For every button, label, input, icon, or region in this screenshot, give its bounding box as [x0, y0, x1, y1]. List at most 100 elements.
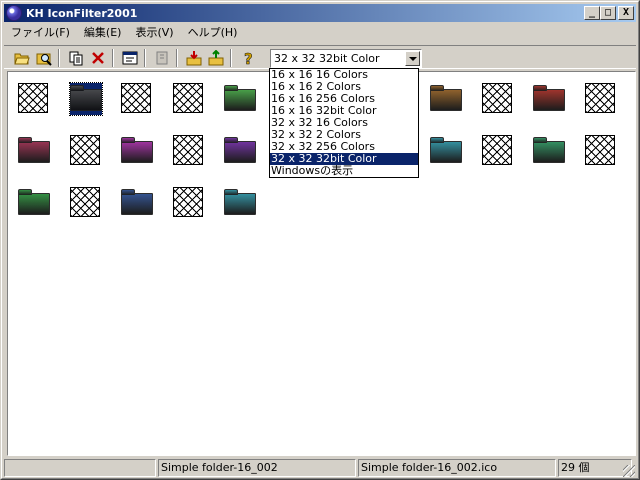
folder-icon-item[interactable]	[430, 83, 462, 115]
crosshatch-placeholder-icon	[482, 83, 512, 113]
app-icon[interactable]	[6, 5, 22, 21]
dropdown-option[interactable]: 32 x 32 16 Colors	[270, 117, 418, 129]
folder-icon-item[interactable]	[18, 135, 50, 167]
svg-text:?: ?	[244, 50, 253, 66]
dropdown-option[interactable]: 32 x 32 32bit Color	[270, 153, 418, 165]
question-icon: ?	[244, 50, 253, 66]
window-controls: _ □ X	[584, 6, 634, 20]
folder-icon	[121, 189, 153, 215]
folder-icon	[533, 137, 565, 163]
properties-button[interactable]	[120, 49, 140, 67]
dropdown-button[interactable]	[405, 51, 420, 66]
folder-icon-item[interactable]	[224, 187, 256, 219]
status-pane-file: Simple folder-16_002.ico	[358, 459, 556, 477]
crosshatch-placeholder-icon	[70, 187, 100, 217]
crosshatch-placeholder-icon	[121, 83, 151, 113]
import-folder-icon	[186, 51, 202, 66]
folder-icon	[121, 137, 153, 163]
empty-icon-item[interactable]	[70, 135, 102, 167]
resize-grip[interactable]	[623, 465, 635, 477]
empty-icon-item[interactable]	[173, 135, 205, 167]
folder-icon	[224, 85, 256, 111]
folder-icon-item[interactable]	[430, 135, 462, 167]
empty-icon-item[interactable]	[18, 83, 50, 115]
toolbar: ? 32 x 32 32bit Color	[4, 45, 636, 69]
folder-icon-item[interactable]	[224, 83, 256, 115]
menu-view[interactable]: 表示(V)	[128, 24, 180, 40]
folder-icon-item[interactable]	[533, 135, 565, 167]
folder-icon	[18, 137, 50, 163]
icon-format-select[interactable]: 32 x 32 32bit Color	[270, 49, 422, 68]
folder-icon-item[interactable]	[121, 135, 153, 167]
empty-icon-item[interactable]	[173, 83, 205, 115]
folder-icon-item[interactable]	[121, 187, 153, 219]
toolbar-separator	[144, 49, 146, 67]
help-button[interactable]: ?	[238, 49, 258, 67]
folder-icon	[18, 189, 50, 215]
app-window: KH IconFilter2001 _ □ X ファイル(F) 編集(E) 表示…	[0, 0, 640, 480]
minimize-button[interactable]: _	[584, 6, 600, 20]
copy-icon	[69, 51, 83, 66]
empty-icon-item[interactable]	[482, 83, 514, 115]
empty-icon-item[interactable]	[70, 187, 102, 219]
dropdown-option[interactable]: 16 x 16 16 Colors	[270, 69, 418, 81]
title-bar[interactable]: KH IconFilter2001 _ □ X	[4, 4, 636, 22]
help-book-button[interactable]	[152, 49, 172, 67]
open-folder-icon	[14, 53, 30, 65]
crosshatch-placeholder-icon	[70, 135, 100, 165]
import-button[interactable]	[184, 49, 204, 67]
empty-icon-item[interactable]	[482, 135, 514, 167]
dropdown-option[interactable]: 16 x 16 2 Colors	[270, 81, 418, 93]
folder-icon-item[interactable]	[224, 135, 256, 167]
folder-icon	[224, 189, 256, 215]
export-folder-icon	[208, 50, 224, 66]
folder-icon-item[interactable]	[69, 82, 103, 116]
folder-icon	[70, 85, 102, 111]
status-pane-info	[4, 459, 156, 477]
toolbar-separator	[58, 49, 60, 67]
status-bar: Simple folder-16_002 Simple folder-16_00…	[4, 458, 636, 478]
crosshatch-placeholder-icon	[18, 83, 48, 113]
status-pane-name: Simple folder-16_002	[158, 459, 356, 477]
close-button[interactable]: X	[618, 6, 634, 20]
menu-bar: ファイル(F) 編集(E) 表示(V) ヘルプ(H)	[4, 23, 244, 41]
empty-icon-item[interactable]	[585, 135, 617, 167]
copy-button[interactable]	[66, 49, 86, 67]
menu-edit[interactable]: 編集(E)	[77, 24, 129, 40]
chevron-down-icon	[408, 56, 417, 61]
maximize-button[interactable]: □	[600, 6, 616, 20]
empty-icon-item[interactable]	[173, 187, 205, 219]
dropdown-option[interactable]: 16 x 16 256 Colors	[270, 93, 418, 105]
delete-icon	[92, 52, 104, 64]
dropdown-option[interactable]: 32 x 32 256 Colors	[270, 141, 418, 153]
folder-icon-item[interactable]	[18, 187, 50, 219]
empty-icon-item[interactable]	[121, 83, 153, 115]
toolbar-separator	[112, 49, 114, 67]
menu-help[interactable]: ヘルプ(H)	[181, 24, 245, 40]
folder-icon	[224, 137, 256, 163]
folder-icon	[430, 85, 462, 111]
icon-format-value: 32 x 32 32bit Color	[274, 52, 380, 65]
window-title: KH IconFilter2001	[26, 6, 138, 20]
toolbar-separator	[230, 49, 232, 67]
find-button[interactable]	[34, 49, 54, 67]
crosshatch-placeholder-icon	[173, 83, 203, 113]
empty-icon-item[interactable]	[585, 83, 617, 115]
crosshatch-placeholder-icon	[173, 187, 203, 217]
toolbar-separator	[176, 49, 178, 67]
delete-button[interactable]	[88, 49, 108, 67]
crosshatch-placeholder-icon	[585, 83, 615, 113]
menu-file[interactable]: ファイル(F)	[4, 24, 77, 40]
format-dropdown-list: 16 x 16 16 Colors 16 x 16 2 Colors 16 x 16…	[269, 68, 419, 178]
dropdown-option[interactable]: 16 x 16 32bit Color	[270, 105, 418, 117]
folder-icon	[430, 137, 462, 163]
dropdown-option[interactable]: 32 x 32 2 Colors	[270, 129, 418, 141]
open-folder-button[interactable]	[12, 49, 32, 67]
export-button[interactable]	[206, 49, 226, 67]
crosshatch-placeholder-icon	[173, 135, 203, 165]
folder-icon-item[interactable]	[533, 83, 565, 115]
status-pane-count: 29 個	[558, 459, 632, 477]
properties-icon	[122, 51, 138, 65]
dropdown-option[interactable]: Windowsの表示	[270, 165, 418, 177]
crosshatch-placeholder-icon	[482, 135, 512, 165]
